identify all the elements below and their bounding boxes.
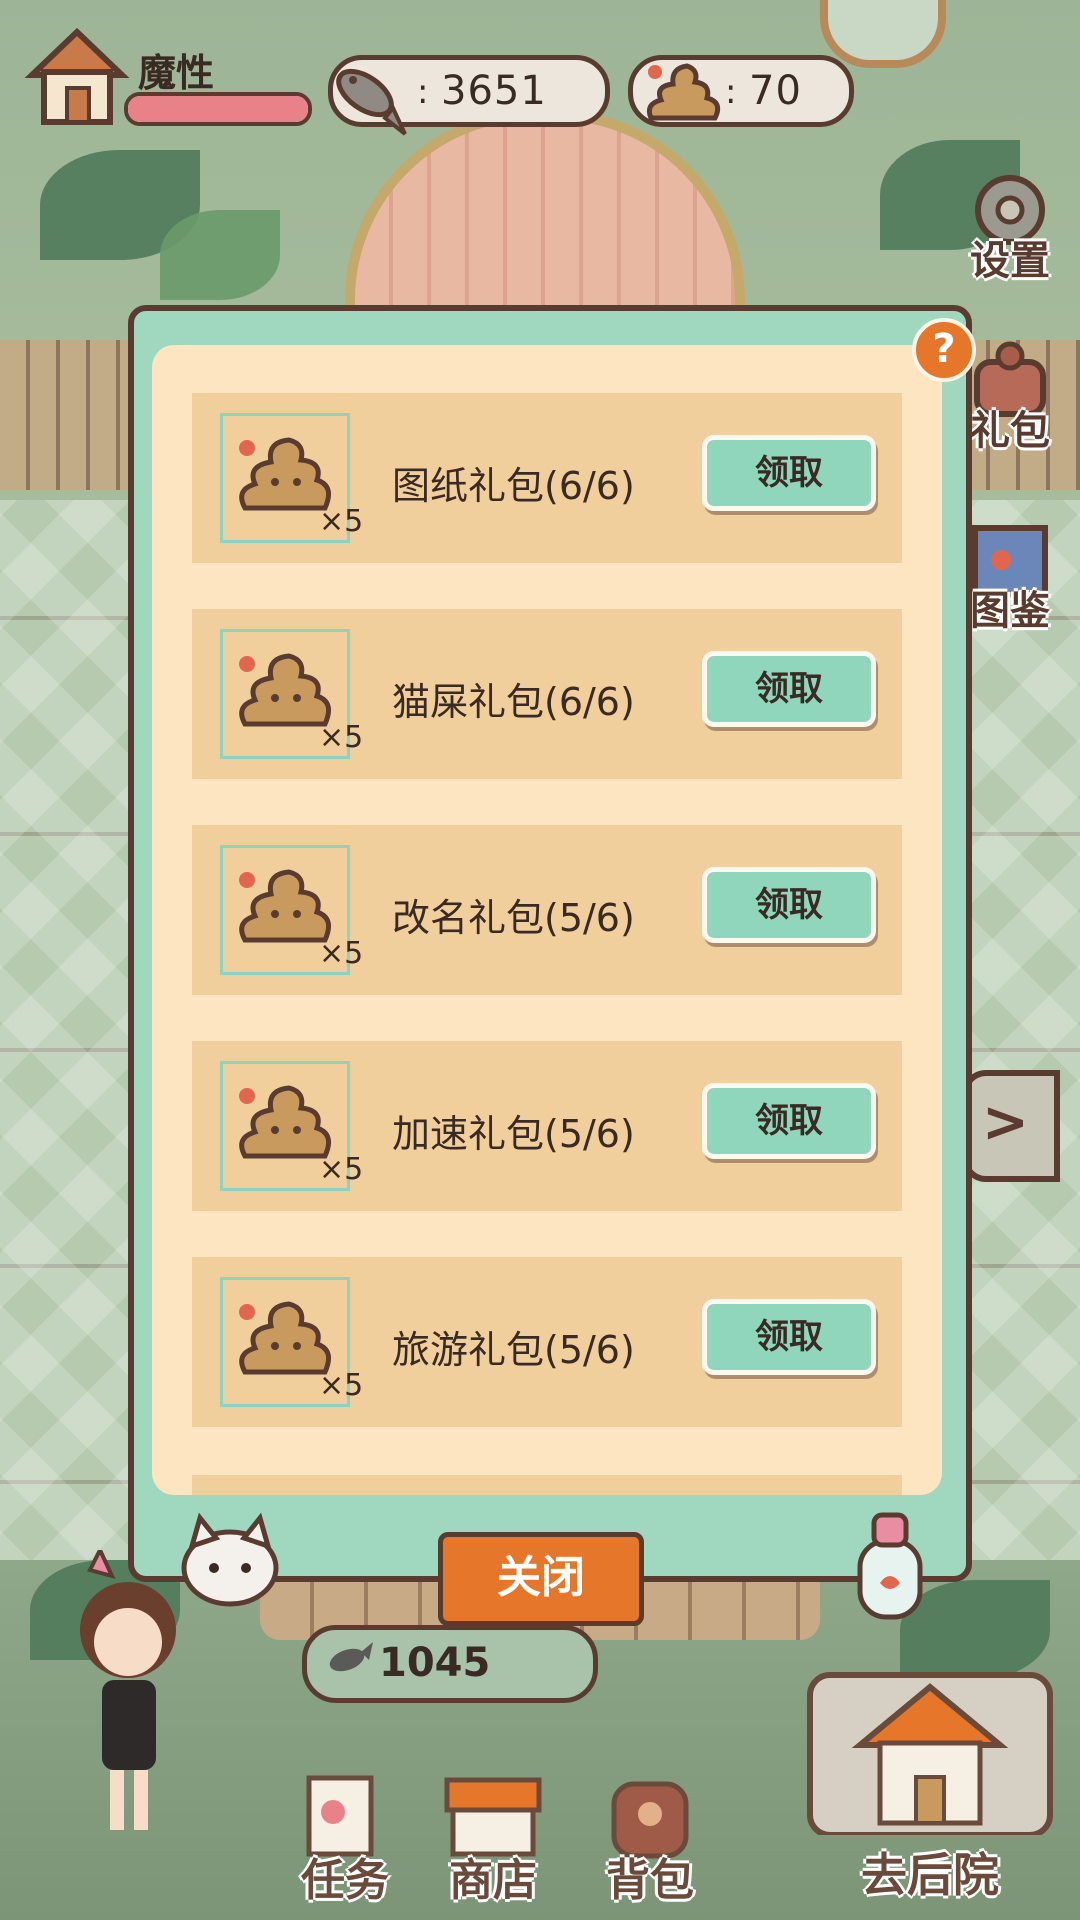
- gift-pack-list[interactable]: ×5 图纸礼包(6/6) 领取 ×5 猫屎礼包(6/6) 领取 ×5 改名礼包(5/6) 领取 ×…: [152, 345, 942, 1495]
- gift-pack-row: ×5 改名礼包(5/6) 领取: [192, 825, 902, 995]
- reward-quantity: ×5: [319, 1152, 364, 1187]
- settings-label: 设置: [970, 238, 1050, 284]
- top-bar: 魔性 : 3651 : 70: [0, 0, 1080, 140]
- poop-icon: [239, 437, 332, 511]
- player-name: 魔性: [138, 51, 215, 95]
- claim-button[interactable]: 领取: [702, 1083, 876, 1159]
- side-expand-button[interactable]: >: [962, 1070, 1060, 1182]
- nav-shop[interactable]: 商店: [433, 1770, 553, 1910]
- backyard-label: 去后院: [861, 1848, 999, 1902]
- gift-pack-title: 旅游礼包(5/6): [392, 1328, 635, 1372]
- poop-icon: [239, 1301, 332, 1375]
- claim-button[interactable]: 领取: [702, 867, 876, 943]
- reward-thumbnail: ×5: [220, 845, 363, 975]
- poop-icon: [641, 56, 725, 130]
- poop-count: 70: [749, 68, 802, 114]
- gift-pack-row: ×5 旅游礼包(5/6) 领取: [192, 1257, 902, 1427]
- list-item-partial: [192, 1475, 902, 1495]
- poop-icon: [239, 1085, 332, 1159]
- fish-balance-value: 1045: [379, 1640, 491, 1686]
- nav-backpack[interactable]: 背包: [590, 1770, 710, 1910]
- backyard-button[interactable]: 去后院: [800, 1665, 1060, 1915]
- reward-quantity: ×5: [319, 720, 364, 755]
- poop-icon: [239, 869, 332, 943]
- bottle-decoration: [840, 1505, 940, 1625]
- reward-quantity: ×5: [319, 936, 364, 971]
- progress-fill: [128, 96, 308, 122]
- reward-thumbnail: ×5: [220, 413, 363, 543]
- gift-pack-title: 改名礼包(5/6): [392, 896, 635, 940]
- nav-tasks-label: 任务: [301, 1855, 389, 1906]
- claim-button[interactable]: 领取: [702, 435, 876, 511]
- reward-thumbnail: ×5: [220, 629, 363, 759]
- reward-thumbnail: ×5: [220, 1061, 363, 1191]
- plant-leaf: [160, 210, 280, 300]
- gift-pack-row: ×5 猫屎礼包(6/6) 领取: [192, 609, 902, 779]
- nav-tasks[interactable]: 任务: [285, 1770, 405, 1910]
- gift-pack-title: 图纸礼包(6/6): [392, 464, 635, 508]
- chevron-right-icon: >: [982, 1090, 1029, 1155]
- poop-icon: [239, 653, 332, 727]
- fish-icon: [323, 1638, 375, 1686]
- settings-button[interactable]: 设置: [955, 170, 1065, 290]
- player-avatar[interactable]: [50, 1545, 210, 1850]
- fish-count: 3651: [441, 68, 547, 114]
- gift-pack-row: ×5 加速礼包(5/6) 领取: [192, 1041, 902, 1211]
- gift-pack-row: ×5 图纸礼包(6/6) 领取: [192, 393, 902, 563]
- poop-currency[interactable]: : 70: [628, 55, 854, 127]
- gift-pack-title: 猫屎礼包(6/6): [392, 680, 635, 724]
- reward-quantity: ×5: [319, 1368, 364, 1403]
- reward-thumbnail: ×5: [220, 1277, 363, 1407]
- gift-pack-title: 加速礼包(5/6): [392, 1112, 635, 1156]
- reward-quantity: ×5: [319, 504, 364, 539]
- fish-balance: 1045: [302, 1625, 598, 1703]
- help-button[interactable]: ?: [912, 318, 976, 382]
- fish-currency[interactable]: : 3651: [328, 55, 610, 136]
- player-progress-bar: [124, 92, 312, 126]
- home-icon[interactable]: [22, 20, 132, 130]
- nav-shop-label: 商店: [449, 1855, 537, 1906]
- claim-button[interactable]: 领取: [702, 1299, 876, 1375]
- claim-button[interactable]: 领取: [702, 651, 876, 727]
- nav-backpack-label: 背包: [606, 1855, 694, 1906]
- close-button[interactable]: 关闭: [438, 1532, 644, 1626]
- fish-icon: [323, 48, 413, 142]
